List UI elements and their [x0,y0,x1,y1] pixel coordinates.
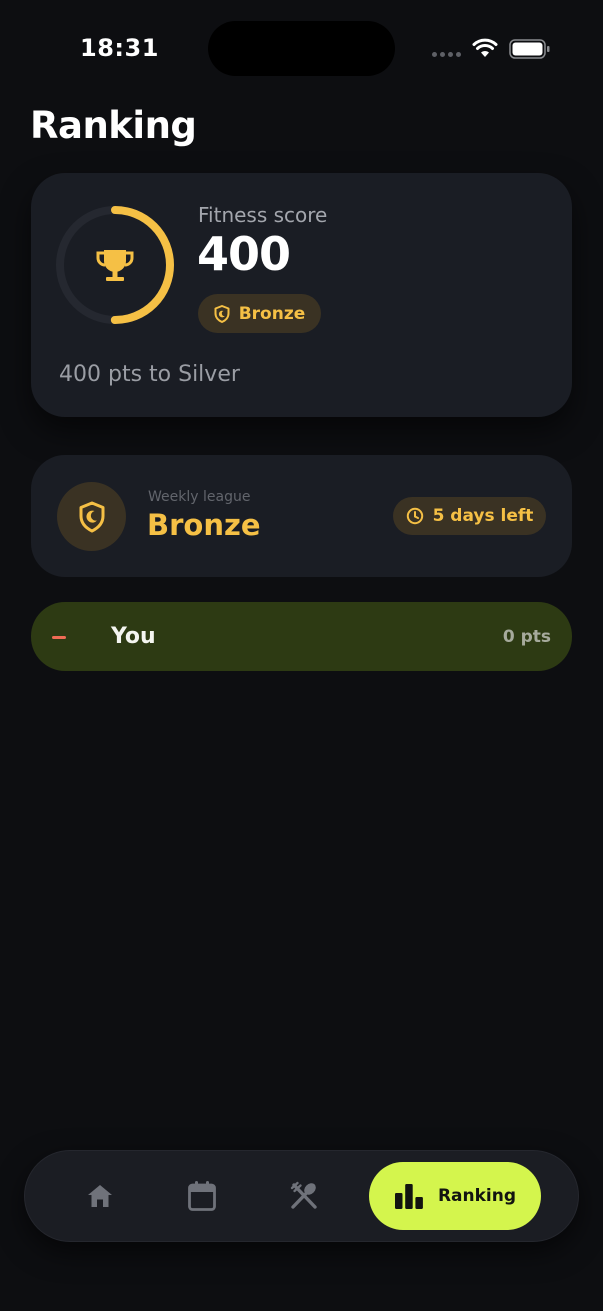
fitness-score-value: 400 [197,227,291,281]
points-to-next-tier: 400 pts to Silver [59,362,240,387]
wifi-icon [472,38,498,57]
fitness-score-label: Fitness score [198,203,328,227]
tab-meals[interactable] [287,1179,321,1213]
shield-icon [79,501,104,532]
rank-indicator [52,636,66,639]
calendar-icon [188,1181,216,1211]
league-label: Weekly league [148,489,251,505]
tab-ranking-label: Ranking [437,1186,517,1206]
league-name: Bronze [147,508,261,542]
bottom-tab-bar: Ranking [25,1151,578,1241]
clock-icon [406,507,423,525]
status-time: 18:31 [80,34,159,62]
score-progress-ring [56,206,174,324]
user-points: 0 pts [502,627,551,647]
fitness-score-card[interactable]: Fitness score 400 Bronze 400 pts to Silv… [31,173,572,417]
days-left-badge: 5 days left [393,497,546,535]
tab-home[interactable] [83,1179,117,1213]
tab-calendar[interactable] [185,1179,219,1213]
tier-badge: Bronze [198,294,321,333]
dynamic-island [208,21,395,76]
cellular-icon [432,52,461,57]
home-icon [88,1185,112,1207]
page-title: Ranking [30,104,197,147]
tier-label: Bronze [238,303,306,324]
trophy-icon [96,250,134,281]
league-badge [57,482,126,551]
user-name: You [111,624,156,649]
leaderboard-row-you[interactable]: You 0 pts [31,602,572,671]
bar-chart-icon [394,1184,423,1209]
days-left-label: 5 days left [432,506,534,526]
battery-icon [509,39,550,59]
shield-icon [214,304,230,323]
fork-spoon-icon [290,1181,317,1209]
weekly-league-card[interactable]: Weekly league Bronze 5 days left [31,455,572,577]
tab-ranking[interactable]: Ranking [369,1162,541,1230]
